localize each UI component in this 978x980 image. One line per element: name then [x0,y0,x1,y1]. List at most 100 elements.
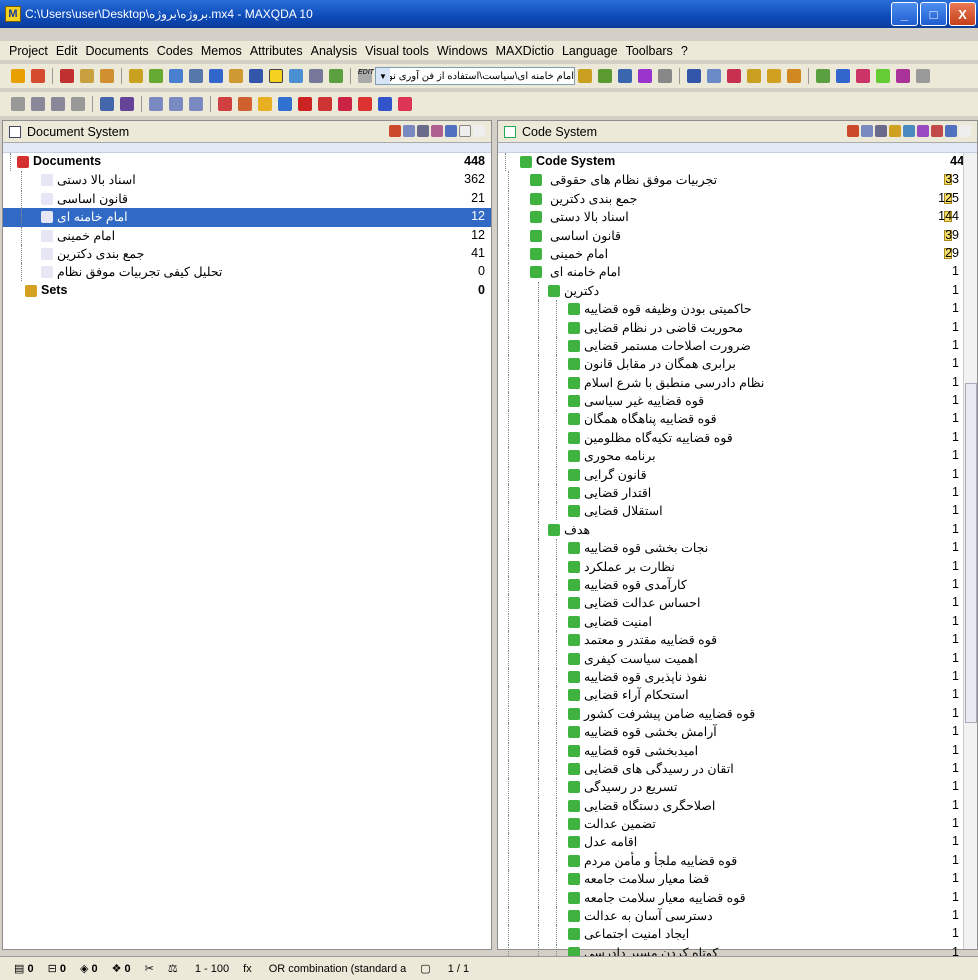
subcode-item[interactable]: استقلال قضایی 1 [498,502,977,521]
search-icon[interactable] [100,97,114,111]
subcode-item[interactable]: قوه قضاییه غیر سیاسی 1 [498,392,977,411]
compare-view-icon[interactable] [189,97,203,111]
document-item[interactable]: امام خامنه ای 12 [3,208,491,227]
subcode-item[interactable]: قوه قضاییه معیار سلامت جامعه 1 [498,888,977,907]
document-view-icon[interactable] [403,125,415,137]
subcode-item[interactable]: احساس عدالت قضایی 1 [498,594,977,613]
underline-icon[interactable] [638,69,652,83]
code-green-icon[interactable] [598,69,612,83]
menu-item-memos[interactable]: Memos [201,44,242,58]
code-system-scrollbar[interactable] [963,153,977,949]
subcode-item[interactable]: حاکمیتی بودن وظیفه قوه قضاییه 1 [498,300,977,319]
document-item[interactable]: قانون اساسی 21 [3,189,491,208]
subcode-item[interactable]: ضرورت اصلاحات مستمر قضایی 1 [498,336,977,355]
search-icon[interactable] [445,125,457,137]
subcode-item[interactable]: برابری همگان در مقابل قانون 1 [498,355,977,374]
document-item[interactable]: اسناد بالا دستی 362 [3,171,491,190]
status-weight[interactable]: ⚖ 1 - 100 [168,962,229,975]
subcode-item[interactable]: نجات بخشی قوه قضاییه 1 [498,539,977,558]
flag-icon[interactable] [218,97,232,111]
menu-item-toolbars[interactable]: Toolbars [626,44,673,58]
subcode-item[interactable]: تسریع در رسیدگی 1 [498,778,977,797]
code-item[interactable]: اسناد بالا دستی 144 [498,208,977,227]
new-project-icon[interactable] [11,69,25,83]
subcode-item[interactable]: آرامش بخشی قوه قضاییه 1 [498,723,977,742]
code-item[interactable]: قانون اساسی 39 [498,226,977,245]
code-relations-icon[interactable] [747,69,761,83]
subcode-item[interactable]: تضمین عدالت 1 [498,815,977,834]
subcode-item[interactable]: برنامه محوری 1 [498,447,977,466]
documents-root[interactable]: Documents 448 [3,153,491,171]
code-item-doctrine[interactable]: دکترین 1 [498,281,977,300]
search-icon[interactable] [249,69,263,83]
subcode-item[interactable]: قوه قضاییه ضامن پیشرفت کشور 1 [498,704,977,723]
flag-red-5-icon[interactable] [398,97,412,111]
weight-icon[interactable] [727,69,741,83]
subcode-item[interactable]: محوریت قاضی در نظام قضایی 1 [498,318,977,337]
document-item[interactable]: تحلیل کیفی تجربیات موفق نظام 0 [3,263,491,282]
sum-icon[interactable] [687,69,701,83]
flag-red-3-icon[interactable] [338,97,352,111]
document-browser-icon[interactable] [309,69,323,83]
code-system-root[interactable]: Code System 448 [498,153,977,171]
subcode-item[interactable]: دسترسی آسان به عدالت 1 [498,907,977,926]
subcode-item[interactable]: نظارت بر عملکرد 1 [498,557,977,576]
subcode-item[interactable]: استحکام آراء قضایی 1 [498,686,977,705]
code-item[interactable]: امام خمینی 29 [498,244,977,263]
document-memo-icon[interactable] [431,125,443,137]
function-icon[interactable] [209,69,223,83]
collapse-all-icon[interactable] [11,97,25,111]
search-codes-icon[interactable] [120,97,134,111]
chevron-down-icon[interactable]: ▼ [376,68,390,84]
document-item[interactable]: جمع بندی دکترین 41 [3,244,491,263]
flag-red-icon[interactable] [298,97,312,111]
subcode-item[interactable]: نفوذ ناپذیری قوه قضاییه 1 [498,667,977,686]
chart-icon[interactable] [816,69,830,83]
minimize-button[interactable]: _ [891,2,918,26]
close-icon[interactable] [473,125,485,137]
search-icon[interactable] [945,125,957,137]
menu-item-attributes[interactable]: Attributes [250,44,303,58]
arrow-down-icon[interactable] [51,97,65,111]
sort-icon[interactable] [707,69,721,83]
split-view-icon[interactable] [169,97,183,111]
retrieved-segments-icon[interactable] [329,69,343,83]
subcode-item[interactable]: قوه قضاییه ملجأ و مأمن مردم 1 [498,851,977,870]
subcode-item[interactable]: اقامه عدل 1 [498,833,977,852]
code-item-goal[interactable]: هدف 1 [498,520,977,539]
memo-icon[interactable] [229,69,243,83]
document-item[interactable]: امام خمینی 12 [3,226,491,245]
subcode-item[interactable]: امیدبخشی قوه قضاییه 1 [498,741,977,760]
pin-icon[interactable] [959,125,971,137]
menu-item-project[interactable]: Project [9,44,48,58]
edit-mode-icon[interactable]: EDIT [358,69,374,83]
subcode-item[interactable]: اتقان در رسیدگی های قضایی 1 [498,759,977,778]
code-item[interactable]: امام خامنه ای 1 [498,263,977,282]
flag-blue-2-icon[interactable] [378,97,392,111]
code-relations-icon[interactable] [917,125,929,137]
scrollbar-thumb[interactable] [965,383,977,723]
subcode-item[interactable]: قوه قضاییه مقتدر و معتمد 1 [498,631,977,650]
arrow-up-icon[interactable] [31,97,45,111]
code-item[interactable]: تجربیات موفق نظام های حقوقی 33 [498,171,977,190]
code-icon[interactable] [80,69,94,83]
code-matrix-icon[interactable] [903,125,915,137]
color-filter-icon[interactable] [238,97,252,111]
code-blue-icon[interactable] [618,69,632,83]
matrix-icon[interactable] [856,69,870,83]
grid-icon[interactable] [189,69,203,83]
subcode-item[interactable]: اهمیت سیاست کیفری 1 [498,649,977,668]
comparison-icon[interactable] [896,69,910,83]
flag-red-4-icon[interactable] [358,97,372,111]
menu-item-edit[interactable]: Edit [56,44,78,58]
document-table-icon[interactable] [417,125,429,137]
subcode-item[interactable]: قوه قضاییه تکیه‌گاه مظلومین 1 [498,428,977,447]
subcode-item[interactable]: اقتدار قضایی 1 [498,484,977,503]
cut-icon[interactable] [60,69,74,83]
code-memo-icon[interactable] [889,125,901,137]
subcode-item[interactable]: کارآمدی قوه قضاییه 1 [498,575,977,594]
paste-icon[interactable] [100,69,114,83]
subcode-item[interactable]: قضا معیار سلامت جامعه 1 [498,870,977,889]
memo-manager-icon[interactable] [767,69,781,83]
code-system-toggle-icon[interactable] [289,69,303,83]
